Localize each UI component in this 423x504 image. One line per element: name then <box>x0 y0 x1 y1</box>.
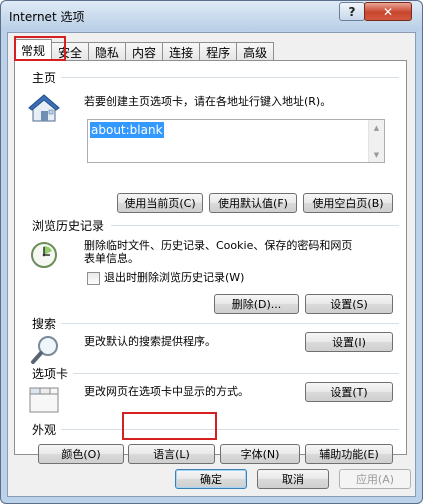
colors-button[interactable]: 颜色(O) <box>38 444 124 464</box>
delete-history-button[interactable]: 删除(D)... <box>214 294 299 314</box>
use-blank-button[interactable]: 使用空白页(B) <box>303 193 393 213</box>
help-button[interactable]: ? <box>339 2 365 21</box>
search-group-title: 搜索 <box>32 317 57 331</box>
home-group-title: 主页 <box>32 71 57 85</box>
search-description: 更改默认的搜索提供程序。 <box>84 335 216 348</box>
home-description: 若要创建主页选项卡，请在各地址行键入地址(R)。 <box>84 95 332 108</box>
tab-connections[interactable]: 连接 <box>162 42 201 61</box>
use-current-button[interactable]: 使用当前页(C) <box>117 193 203 213</box>
accessibility-button[interactable]: 辅助功能(E) <box>305 444 393 464</box>
tab-security[interactable]: 安全 <box>51 42 90 61</box>
appearance-group-title: 外观 <box>32 423 57 437</box>
dialog-client-area: 常规 安全 隐私 内容 连接 程序 高级 主页 若要创建主页选项卡，请在各地址行… <box>7 32 416 497</box>
history-group-line <box>111 225 399 226</box>
home-group-line <box>61 77 399 78</box>
history-settings-button[interactable]: 设置(S) <box>305 294 393 314</box>
history-group-title: 浏览历史记录 <box>32 219 105 233</box>
use-default-button[interactable]: 使用默认值(F) <box>209 193 297 213</box>
home-page-textarea[interactable]: about:blank ▲ ▼ <box>87 119 385 163</box>
scroll-up-icon[interactable]: ▲ <box>369 120 384 135</box>
delete-on-exit-checkbox[interactable] <box>87 272 100 285</box>
search-magnifier-icon <box>31 336 58 364</box>
cancel-button[interactable]: 取消 <box>257 469 329 489</box>
tab-programs[interactable]: 程序 <box>199 42 238 61</box>
home-scrollbar[interactable]: ▲ ▼ <box>368 120 384 162</box>
home-page-value: about:blank <box>90 122 164 138</box>
scroll-down-icon[interactable]: ▼ <box>369 147 384 162</box>
tab-general[interactable]: 常规 <box>14 39 53 61</box>
history-description-line2: 表单信息。 <box>84 252 139 265</box>
history-description-line1: 删除临时文件、历史记录、Cookie、保存的密码和网页 <box>84 239 353 252</box>
languages-button[interactable]: 语言(L) <box>128 444 215 464</box>
tabs-group-title: 选项卡 <box>32 367 69 381</box>
history-clock-icon <box>31 242 57 268</box>
tabs-window-icon <box>29 387 59 413</box>
apply-button[interactable]: 应用(A) <box>339 469 411 489</box>
close-button[interactable]: ✕ <box>364 2 412 21</box>
window-title: Internet 选项 <box>9 10 85 24</box>
home-icon <box>28 94 60 122</box>
title-bar[interactable]: Internet 选项 ? ✕ <box>1 1 422 31</box>
general-tab-panel: 主页 若要创建主页选项卡，请在各地址行键入地址(R)。 about:blank … <box>14 60 407 464</box>
appearance-group-line <box>61 429 399 430</box>
delete-on-exit-label[interactable]: 退出时删除浏览历史记录(W) <box>104 271 244 285</box>
search-group-line <box>61 323 399 324</box>
tabs-group-line <box>73 373 399 374</box>
internet-options-window: Internet 选项 ? ✕ 常规 安全 隐私 内容 连接 程序 高级 主页 <box>0 0 423 504</box>
tab-content[interactable]: 内容 <box>125 42 164 61</box>
tab-advanced[interactable]: 高级 <box>236 42 275 61</box>
tabs-description: 更改网页在选项卡中显示的方式。 <box>84 385 249 398</box>
tabs-settings-button[interactable]: 设置(T) <box>305 382 393 402</box>
search-settings-button[interactable]: 设置(I) <box>305 332 393 352</box>
fonts-button[interactable]: 字体(N) <box>220 444 300 464</box>
tab-privacy[interactable]: 隐私 <box>88 42 127 61</box>
ok-button[interactable]: 确定 <box>175 469 247 489</box>
tab-strip: 常规 安全 隐私 内容 连接 程序 高级 <box>14 39 275 61</box>
